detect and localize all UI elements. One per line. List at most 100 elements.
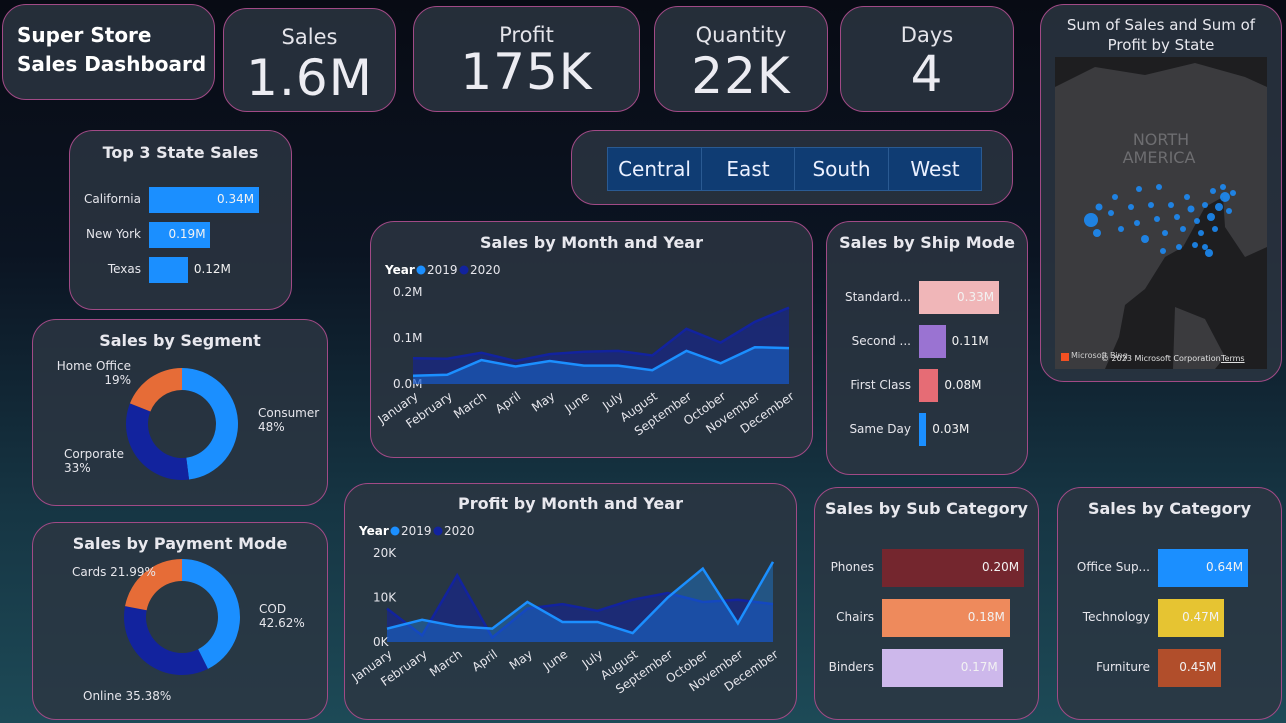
kpi-quantity-value: 22K [691,47,791,105]
map-card: Sum of Sales and Sum of Profit by State … [1040,4,1282,382]
profit-month-chart: Year 2019 20200K10K20KJanuaryFebruaryMarch… [349,524,781,697]
microsoft-logo-icon [1061,353,1069,361]
region-button-central[interactable]: Central [607,147,702,191]
region-button-east[interactable]: East [701,147,795,191]
map-attribution: © 2023 Microsoft Corporation [1101,354,1221,363]
x-tick-label: June [540,647,570,674]
payment-card: Sales by Payment Mode Cards 21.99% COD 42… [32,522,328,720]
donut-slice [182,368,239,480]
payment-label-online: Online 35.38% [83,689,172,703]
bar-value-label: 0.64M [1206,560,1244,574]
profit-month-card: Profit by Month and Year Year 2019 2020 0K 1… [344,483,797,720]
donut-slice [125,403,190,480]
bar [149,257,188,283]
subcat-title: Sales by Sub Category [825,499,1028,518]
kpi-sales-value: 1.6M [246,49,373,107]
bar-category-label: Furniture [1096,660,1150,674]
kpi-profit-card: Profit 175K [413,6,640,112]
bar-category-label: Texas [107,262,141,276]
continent-label: NORTH [1133,130,1189,149]
bar-value-label: 0.47M [1182,610,1220,624]
map-terms-link[interactable]: Terms [1221,354,1245,363]
kpi-sales-card: Sales 1.6M [223,8,396,112]
svg-text:AMERICA: AMERICA [1123,148,1196,167]
top3-title: Top 3 State Sales [102,143,259,162]
bar-category-label: Phones [830,560,874,574]
bar-category-label: Binders [828,660,874,674]
legend-marker [390,526,400,536]
region-button-south[interactable]: South [794,147,889,191]
dashboard-title: Super Store Sales Dashboard [17,23,207,76]
y-tick-label: 20K [373,546,397,560]
bar [919,413,927,446]
bar-value-label: 0.03M [932,421,970,436]
bar-value-label: 0.34M [217,192,255,206]
bar [919,369,939,402]
x-tick-label: March [451,389,489,421]
kpi-sales-label: Sales [281,25,338,49]
y-tick-label: 10K [373,591,397,605]
x-tick-label: May [529,389,557,415]
sales-month-chart: Year 2019 20200.0M0.1M0.2MJanuaryFebruaryM… [375,263,797,439]
kpi-days-label: Days [900,23,954,47]
segment-card: Sales by Segment Home Office 19% Consumer… [32,319,328,506]
bar-value-label: 0.18M [967,610,1005,624]
bar-value-label: 0.17M [960,660,998,674]
bar-value-label: 0.33M [957,289,995,304]
kpi-days-value: 4 [910,45,944,103]
legend-item[interactable]: 2019 [427,263,458,277]
x-tick-label: March [427,647,465,679]
legend-title: Year [384,263,415,277]
bar-category-label: Chairs [836,610,874,624]
legend-item[interactable]: 2019 [401,524,432,538]
region-slicer: Central East South West [571,130,1013,205]
kpi-profit-value: 175K [460,43,593,101]
map-visual[interactable]: NORTH AMERICA [1055,57,1267,369]
bar-category-label: Technology [1082,610,1150,624]
x-tick-label: April [469,647,500,674]
legend-marker [416,265,426,275]
bar-category-label: New York [86,227,141,241]
kpi-quantity-card: Quantity 22K [654,6,828,112]
bar-value-label: 0.20M [982,560,1020,574]
region-button-west[interactable]: West [888,147,982,191]
legend-item[interactable]: 2020 [444,524,475,538]
sales-month-card: Sales by Month and Year Year 2019 2020 0.0M… [370,221,813,458]
y-tick-label: 0.1M [393,331,422,345]
bar [919,325,946,358]
bar-value-label: 0.08M [944,377,982,392]
segment-label-home-office: Home Office 19% [56,359,131,387]
donut-slice [124,606,208,675]
bar-category-label: First Class [850,377,911,392]
bar-value-label: 0.11M [951,333,989,348]
bar-value-label: 0.45M [1179,660,1217,674]
category-card: Sales by Category Office Sup... 0.64M Tech… [1057,487,1282,720]
bar-value-label: 0.12M [193,262,231,276]
segment-label-consumer: Consumer 48% [258,406,320,434]
kpi-days-card: Days 4 [840,6,1014,112]
shipmode-card: Sales by Ship Mode Standard... 0.33M Secon… [826,221,1028,475]
shipmode-title: Sales by Ship Mode [839,233,1015,252]
x-tick-label: April [493,389,524,416]
legend-marker [459,265,469,275]
donut-slice [129,368,182,412]
legend-title: Year [358,524,389,538]
bar-category-label: California [84,192,141,206]
subcat-card: Sales by Sub Category Phones 0.20M Chairs 0… [814,487,1039,720]
bar-category-label: Second ... [851,333,911,348]
bar-category-label: Same Day [849,421,911,436]
kpi-quantity-label: Quantity [695,23,787,47]
bar-value-label: 0.19M [168,227,206,241]
x-tick-label: May [507,647,535,673]
x-tick-label: June [561,389,591,416]
top3-state-card: Top 3 State Sales California 0.34M New Yor… [69,130,292,310]
dashboard-title-card: Super Store Sales Dashboard [2,4,215,100]
segment-label-corporate: Corporate 33% [64,447,124,475]
payment-label-cod: COD 42.62% [259,602,305,630]
bar-category-label: Standard... [844,289,911,304]
payment-label-cards: Cards 21.99% [72,565,156,579]
category-title: Sales by Category [1087,499,1251,518]
map-title: Sum of Sales and Sum of Profit by State [1066,16,1256,54]
y-tick-label: 0.2M [393,285,422,299]
legend-item[interactable]: 2020 [470,263,501,277]
